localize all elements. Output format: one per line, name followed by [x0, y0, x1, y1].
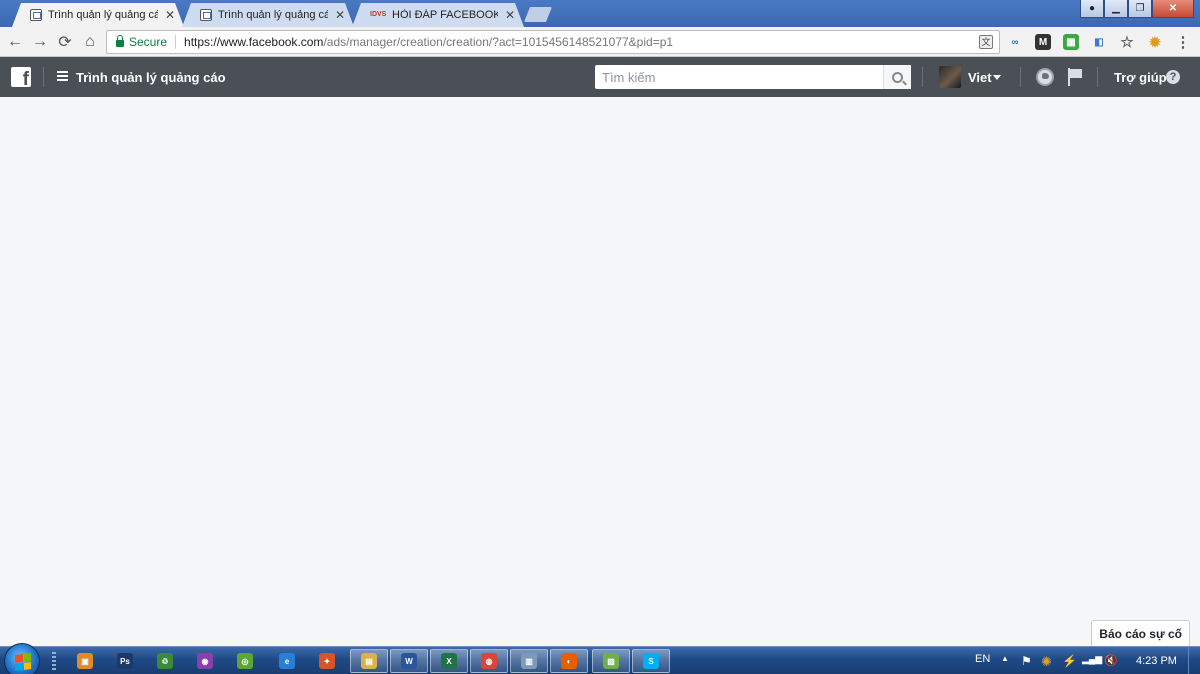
network-app-icon: ✦ [319, 653, 335, 669]
tab-title: Trình quản lý quảng cáo [218, 9, 328, 21]
search-button[interactable] [883, 65, 911, 89]
tab-title: HỎI ĐÁP FACEBOOK AD [392, 9, 498, 21]
tab-facebook-ads-qa[interactable]: IDVS HỎI ĐÁP FACEBOOK AD ✕ [352, 3, 524, 27]
url-path: /ads/manager/creation/creation/?act=1015… [323, 35, 674, 49]
taskbar-app-button[interactable]: ◎ [226, 649, 264, 673]
lock-icon [116, 35, 124, 47]
minimize-button[interactable]: ▁ [1104, 0, 1128, 18]
show-desktop-button[interactable] [1188, 647, 1200, 674]
puzzle-extension-icon[interactable]: ✹ [1147, 34, 1163, 50]
taskbar-app-button[interactable]: ◍ [470, 649, 508, 673]
app-title[interactable]: Trình quản lý quảng cáo [76, 70, 226, 85]
skype-app-icon: S [643, 653, 659, 669]
network-signal-icon[interactable]: ▂▄▆ [1082, 654, 1102, 667]
back-button[interactable]: ← [4, 31, 26, 53]
page-icon [30, 9, 42, 21]
bookmark-star-icon[interactable]: ☆ [1119, 34, 1135, 51]
avatar[interactable] [939, 66, 961, 88]
box-extension-icon[interactable]: ◧ [1091, 34, 1107, 50]
taskbar-app-button[interactable]: Ps [106, 649, 144, 673]
language-indicator[interactable]: EN [975, 653, 990, 665]
reload-button[interactable]: ⟳ [54, 31, 76, 53]
messenger-app-icon: ▧ [603, 653, 619, 669]
globe-icon[interactable] [1036, 68, 1054, 86]
tab-title: Trình quản lý quảng cáo [48, 9, 158, 21]
close-window-button[interactable]: ✕ [1152, 0, 1194, 18]
translate-icon[interactable]: 文 [979, 35, 993, 49]
tray-app-icon[interactable]: ✺ [1041, 654, 1054, 669]
secure-label: Secure [129, 35, 168, 49]
power-icon[interactable]: ⚡ [1062, 654, 1077, 668]
green-swirl-app-icon: ◎ [237, 653, 253, 669]
address-bar[interactable]: Secure https://www.facebook.com/ads/mana… [106, 30, 1000, 54]
forward-button[interactable]: → [29, 31, 51, 53]
windows-taskbar: ▣ Ps ♲ ◉ ◎ e ✦ ▤ W X ◍ ▥ ◐ ▧ S ▲ EN ⚑ ✺ ⚡ ▂▄▆ 🔇 4:23 P… [0, 643, 1200, 674]
word-app-icon: W [401, 653, 417, 669]
facebook-logo-icon[interactable]: f [11, 67, 31, 87]
taskbar-app-button[interactable]: ▤ [350, 649, 388, 673]
user-icon: ● [1088, 3, 1096, 14]
main-content-area: Báo cáo sự cố [0, 97, 1200, 646]
help-link[interactable]: Trợ giúp [1114, 70, 1167, 85]
home-button[interactable]: ⌂ [79, 31, 101, 53]
restore-button[interactable]: ❐ [1128, 0, 1152, 18]
taskbar-app-button[interactable]: e [268, 649, 306, 673]
url-host: https://www.facebook.com [184, 35, 324, 49]
help-icon[interactable]: ? [1166, 70, 1180, 84]
taskbar-app-button[interactable]: ✦ [308, 649, 346, 673]
search-icon [892, 71, 903, 83]
windows-logo-icon [15, 653, 31, 671]
action-center-flag-icon[interactable]: ⚑ [1021, 654, 1034, 668]
idvs-logo-icon: IDVS [370, 11, 387, 18]
chrome-menu-icon[interactable]: ⋮ [1175, 34, 1191, 51]
grid-extension-icon[interactable]: ▦ [1063, 34, 1079, 50]
photoshop-app-icon: Ps [117, 653, 133, 669]
new-tab-button[interactable] [524, 7, 552, 22]
clock[interactable]: 4:23 PM [1136, 655, 1177, 667]
taskbar-app-button[interactable]: ▧ [592, 649, 630, 673]
chrome-app-icon: ◍ [481, 653, 497, 669]
menu-icon[interactable] [57, 71, 68, 82]
taskbar-app-button[interactable]: W [390, 649, 428, 673]
user-name[interactable]: Viet [968, 70, 992, 85]
volume-muted-icon[interactable]: 🔇 [1104, 654, 1118, 667]
search-box [595, 65, 911, 89]
taskbar-app-button[interactable]: X [430, 649, 468, 673]
facebook-header: f Trình quản lý quảng cáo Viet Trợ giúp … [0, 57, 1200, 97]
taskbar-app-button[interactable]: ▥ [510, 649, 548, 673]
report-problem-button[interactable]: Báo cáo sự cố [1091, 620, 1190, 646]
excel-app-icon: X [441, 653, 457, 669]
taskbar-app-button[interactable]: ♲ [146, 649, 184, 673]
show-hidden-icons-icon[interactable]: ▲ [1001, 654, 1014, 667]
close-icon[interactable]: ✕ [504, 8, 516, 22]
start-button[interactable] [4, 643, 40, 674]
close-icon[interactable]: ✕ [334, 8, 346, 22]
internet-explorer-app-icon: e [279, 653, 295, 669]
window-controls: ● ▁ ❐ ✕ [1080, 0, 1194, 18]
taskbar-app-button[interactable]: ◐ [550, 649, 588, 673]
browser-tab-strip: Trình quản lý quảng cáo ✕ Trình quản lý … [0, 0, 1200, 27]
purple-app-icon: ◉ [197, 653, 213, 669]
mail-extension-icon[interactable]: M [1035, 34, 1051, 50]
profile-button[interactable]: ● [1080, 0, 1104, 18]
chevron-down-icon[interactable] [993, 75, 1001, 80]
taskbar-app-button[interactable]: ▣ [66, 649, 104, 673]
search-input[interactable] [595, 65, 883, 89]
link-extension-icon[interactable]: ∞ [1007, 34, 1023, 50]
recycle-app-icon: ♲ [157, 653, 173, 669]
explorer-app-icon: ▤ [361, 653, 377, 669]
taskbar-app-button[interactable]: ◉ [186, 649, 224, 673]
notepad-app-icon: ▥ [521, 653, 537, 669]
paint-app-icon: ▣ [77, 653, 93, 669]
flag-icon[interactable] [1066, 68, 1084, 86]
tab-ads-manager-2[interactable]: Trình quản lý quảng cáo ✕ [182, 3, 354, 27]
firefox-app-icon: ◐ [561, 653, 577, 669]
taskbar-app-button[interactable]: S [632, 649, 670, 673]
close-icon[interactable]: ✕ [164, 8, 176, 22]
browser-toolbar: ← → ⟳ ⌂ Secure https://www.facebook.com /… [0, 27, 1200, 57]
tab-ads-manager-1[interactable]: Trình quản lý quảng cáo ✕ [12, 3, 184, 27]
page-icon [200, 9, 212, 21]
